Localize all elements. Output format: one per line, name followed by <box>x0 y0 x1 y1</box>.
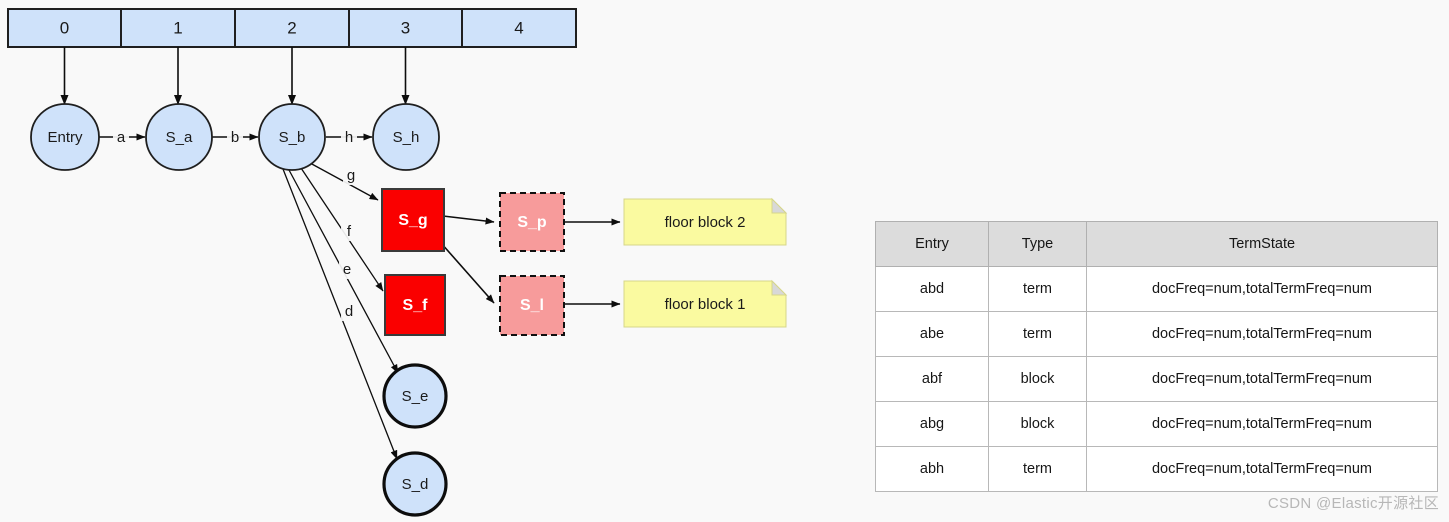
index-cell-label: 0 <box>60 18 69 37</box>
index-to-state-arrows <box>60 47 410 105</box>
state-node-s-b[interactable]: S_b <box>258 103 326 171</box>
edge-label-h: h <box>341 127 357 147</box>
index-cell-label: 3 <box>401 18 410 37</box>
cell-type: block <box>988 401 1087 447</box>
state-node-s-a[interactable]: S_a <box>145 103 213 171</box>
edge-label-f: f <box>341 221 357 241</box>
column-header-entry: Entry <box>875 221 989 267</box>
svg-text:g: g <box>347 167 355 184</box>
table-row[interactable]: abe term docFreq=num,totalTermFreq=num <box>875 311 1438 357</box>
index-cell-label: 4 <box>514 18 523 37</box>
svg-text:b: b <box>231 129 239 146</box>
index-cell-3[interactable]: 3 <box>348 8 463 48</box>
note-label: floor block 2 <box>665 214 746 231</box>
note-floor-block-2[interactable]: floor block 2 <box>623 197 788 246</box>
state-node-s-h[interactable]: S_h <box>372 103 440 171</box>
cell-type: term <box>988 266 1087 312</box>
floor-node-label: S_l <box>520 297 544 314</box>
cell-termstate: docFreq=num,totalTermFreq=num <box>1086 311 1438 357</box>
table-row[interactable]: abh term docFreq=num,totalTermFreq=num <box>875 446 1438 492</box>
column-header-type: Type <box>988 221 1087 267</box>
floor-node-label: S_p <box>517 214 547 231</box>
edge-sb-sd <box>282 168 398 460</box>
cell-entry: abg <box>875 401 989 447</box>
cell-entry: abd <box>875 266 989 312</box>
table-row[interactable]: abg block docFreq=num,totalTermFreq=num <box>875 401 1438 447</box>
note-floor-block-1[interactable]: floor block 1 <box>623 279 788 328</box>
state-node-label: S_e <box>402 388 429 405</box>
state-node-s-d[interactable]: S_d <box>382 451 448 517</box>
cell-termstate: docFreq=num,totalTermFreq=num <box>1086 401 1438 447</box>
table-row[interactable]: abf block docFreq=num,totalTermFreq=num <box>875 356 1438 402</box>
term-state-table: Entry Type TermState abd term docFreq=nu… <box>875 221 1438 492</box>
cell-type: block <box>988 356 1087 402</box>
svg-text:e: e <box>343 261 351 278</box>
edge-sg-sp <box>442 215 495 225</box>
cell-termstate: docFreq=num,totalTermFreq=num <box>1086 446 1438 492</box>
index-cell-1[interactable]: 1 <box>120 8 236 48</box>
index-bar: 0 1 2 3 4 <box>7 8 577 48</box>
note-label: floor block 1 <box>665 296 746 313</box>
index-cell-label: 2 <box>287 18 296 37</box>
cell-termstate: docFreq=num,totalTermFreq=num <box>1086 356 1438 402</box>
table-row[interactable]: abd term docFreq=num,totalTermFreq=num <box>875 266 1438 312</box>
edge-label-d: d <box>341 301 357 321</box>
state-node-label: S_a <box>166 129 193 146</box>
cell-type: term <box>988 311 1087 357</box>
edge-label-b: b <box>227 127 243 147</box>
state-fanout-edges <box>282 162 399 460</box>
cell-termstate: docFreq=num,totalTermFreq=num <box>1086 266 1438 312</box>
state-node-s-e[interactable]: S_e <box>382 363 448 429</box>
state-node-label: Entry <box>47 129 83 146</box>
cell-type: term <box>988 446 1087 492</box>
edge-label-a: a <box>113 127 129 147</box>
cell-entry: abe <box>875 311 989 357</box>
index-cell-0[interactable]: 0 <box>7 8 122 48</box>
block-node-label: S_g <box>398 212 427 229</box>
state-node-label: S_h <box>393 129 420 146</box>
cell-entry: abf <box>875 356 989 402</box>
edge-label-g: g <box>343 165 359 185</box>
floor-node-s-p[interactable]: S_p <box>499 192 565 252</box>
index-cell-4[interactable]: 4 <box>461 8 577 48</box>
svg-text:a: a <box>117 129 126 146</box>
edge-label-e: e <box>339 259 355 279</box>
csdn-watermark: CSDN @Elastic开源社区 <box>1267 495 1439 512</box>
state-node-label: S_d <box>402 476 429 493</box>
svg-text:d: d <box>345 303 353 320</box>
column-header-termstate: TermState <box>1086 221 1438 267</box>
cell-entry: abh <box>875 446 989 492</box>
block-node-s-g[interactable]: S_g <box>381 188 445 252</box>
table-header-row: Entry Type TermState <box>875 221 1438 267</box>
state-node-label: S_b <box>279 129 306 146</box>
index-cell-2[interactable]: 2 <box>234 8 350 48</box>
block-node-s-f[interactable]: S_f <box>384 274 446 336</box>
index-cell-label: 1 <box>173 18 182 37</box>
svg-text:h: h <box>345 129 353 146</box>
edge-sg-sl <box>440 242 495 304</box>
diagram-canvas: 0 1 2 3 4 Entry S_a S_b S_h S_e S_d a b … <box>0 0 1449 522</box>
block-node-label: S_f <box>403 297 429 314</box>
floor-node-s-l[interactable]: S_l <box>499 275 565 336</box>
state-node-entry[interactable]: Entry <box>30 103 100 171</box>
